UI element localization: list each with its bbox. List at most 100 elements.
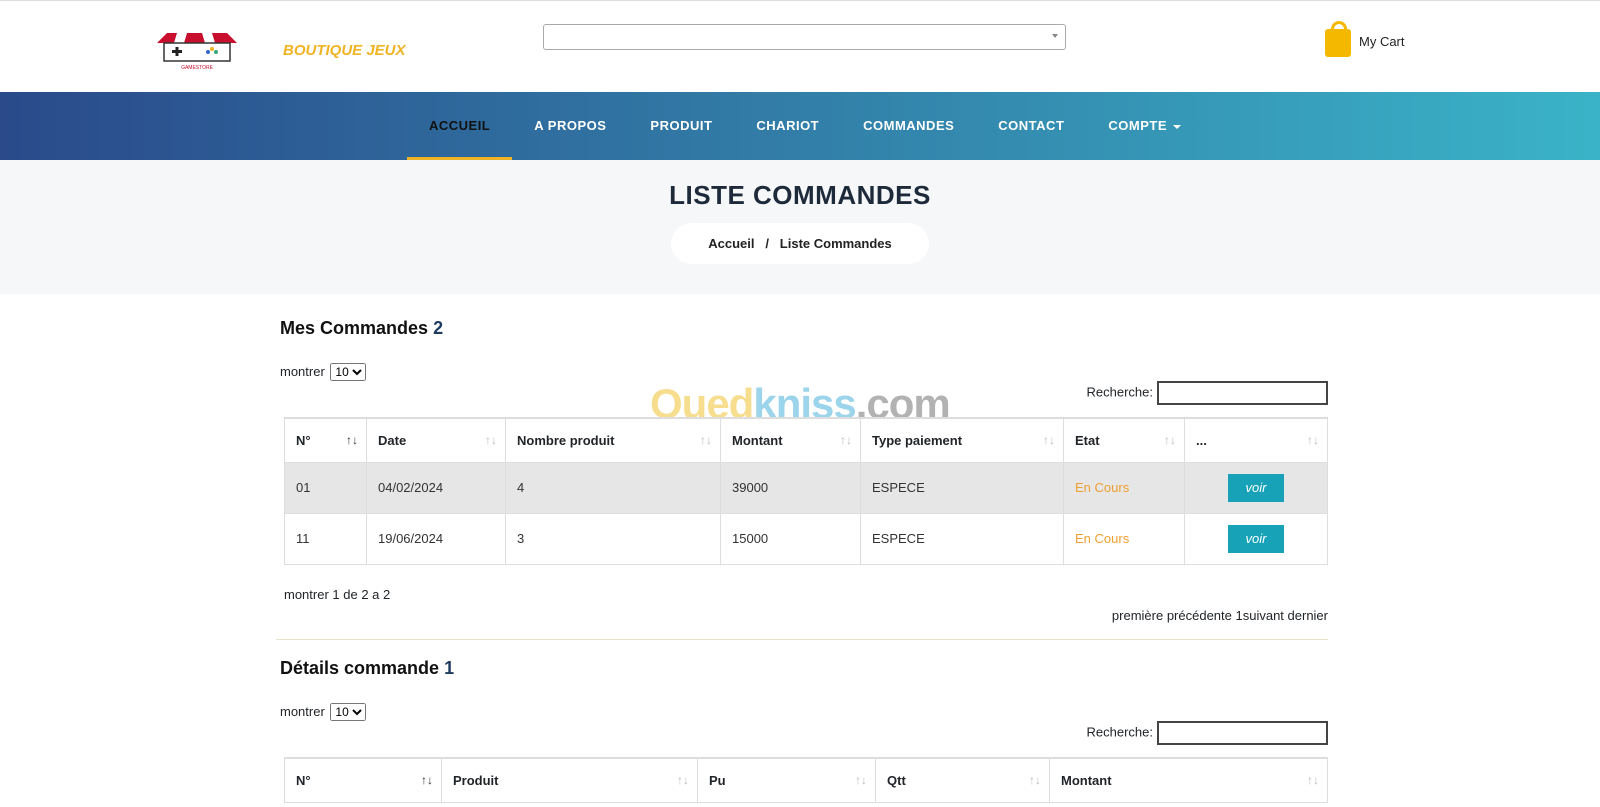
orders-page-size-select[interactable]: 10 (330, 363, 367, 381)
cell: 01 (284, 461, 367, 514)
col-label: Type paiement (872, 432, 963, 448)
nav-commandes[interactable]: COMMANDES (841, 92, 976, 160)
search-label: Recherche: (1086, 724, 1153, 740)
nav-chariot[interactable]: CHARIOT (734, 92, 841, 160)
breadcrumb-current: Liste Commandes (779, 236, 892, 251)
sort-icon: ↑↓ (346, 433, 358, 447)
orders-count: 2 (433, 318, 444, 338)
svg-text:GAMESTORE: GAMESTORE (181, 65, 214, 71)
cart-link[interactable]: My Cart (1325, 21, 1405, 57)
voir-button[interactable]: voir (1228, 473, 1284, 502)
action-cell: voir (1184, 461, 1328, 514)
table-row: 01 04/02/2024 4 39000 ESPECE En Cours vo… (284, 461, 1328, 514)
pagination[interactable]: première précédente 1suivant dernier (280, 608, 1328, 623)
brand-name[interactable]: BOUTIQUE JEUX (283, 42, 406, 59)
col-label: Montant (1061, 772, 1112, 788)
cell: 3 (505, 512, 721, 565)
nav-accueil[interactable]: ACCUEIL (406, 92, 513, 160)
orders-title: Mes Commandes 2 (280, 318, 1328, 339)
nav-compte[interactable]: COMPTE (1086, 92, 1203, 160)
col-label: Produit (453, 772, 499, 788)
breadcrumb-home[interactable]: Accueil (708, 236, 754, 251)
cell: 39000 (720, 461, 861, 514)
col-header[interactable]: ... ↑↓ (1184, 417, 1328, 463)
cell: 19/06/2024 (366, 512, 506, 565)
nav-contact[interactable]: CONTACT (976, 92, 1086, 160)
sort-icon: ↑↓ (1164, 433, 1176, 447)
caret-down-icon (1173, 124, 1182, 129)
nav-produit[interactable]: PRODUIT (628, 92, 734, 160)
shopping-bag-icon (1325, 21, 1351, 57)
product-search-select[interactable] (543, 24, 1066, 50)
dropdown-arrow-icon (1052, 34, 1058, 38)
details-page-size-select[interactable]: 10 (330, 703, 367, 721)
details-title: Détails commande 1 (280, 658, 1328, 679)
voir-button[interactable]: voir (1228, 524, 1284, 553)
col-header[interactable]: Qtt ↑↓ (875, 757, 1050, 803)
gamestore-logo[interactable]: GAMESTORE (152, 31, 242, 71)
cell: ESPECE (860, 512, 1064, 565)
col-header[interactable]: Type paiement ↑↓ (860, 417, 1064, 463)
main-nav: ACCUEIL A PROPOS PRODUIT CHARIOT COMMAND… (0, 92, 1600, 160)
col-label: N° (296, 772, 311, 788)
cell: 04/02/2024 (366, 461, 506, 514)
sort-icon: ↑↓ (855, 773, 867, 787)
breadcrumb-separator: / (765, 236, 769, 251)
col-header[interactable]: N° ↑↓ (284, 757, 442, 803)
details-table: N° ↑↓ Produit ↑↓ Pu ↑↓ Qtt ↑↓ Montant ↑↓ (284, 757, 1328, 803)
col-label: Montant (732, 432, 783, 448)
table-info: montrer 1 de 2 a 2 (284, 586, 391, 602)
nav-a-propos[interactable]: A PROPOS (512, 92, 628, 160)
sort-icon: ↑↓ (677, 773, 689, 787)
sort-icon: ↑↓ (840, 433, 852, 447)
show-label: montrer (280, 704, 325, 719)
cell: ESPECE (860, 461, 1064, 514)
orders-filter: Recherche: (280, 381, 1328, 405)
orders-section: Mes Commandes 2 montrer 10 Recherche: N°… (276, 318, 1328, 640)
sort-icon: ↑↓ (485, 433, 497, 447)
col-header[interactable]: Montant ↑↓ (1049, 757, 1328, 803)
col-header[interactable]: Nombre produit ↑↓ (505, 417, 721, 463)
orders-title-text: Mes Commandes (280, 318, 429, 338)
cart-label: My Cart (1359, 33, 1405, 49)
sort-icon: ↑↓ (421, 773, 433, 787)
col-header[interactable]: Produit ↑↓ (441, 757, 698, 803)
col-header[interactable]: Etat ↑↓ (1063, 417, 1185, 463)
show-label: montrer (280, 364, 325, 379)
col-header[interactable]: Pu ↑↓ (697, 757, 876, 803)
sort-icon: ↑↓ (700, 433, 712, 447)
status-cell: En Cours (1063, 512, 1185, 565)
sort-icon: ↑↓ (1307, 773, 1319, 787)
sort-icon: ↑↓ (1307, 433, 1319, 447)
orders-length: montrer 10 (280, 363, 1328, 381)
details-section: Détails commande 1 montrer 10 Recherche:… (280, 658, 1328, 803)
col-label: Etat (1075, 432, 1100, 448)
divider (276, 638, 1328, 640)
breadcrumb: Accueil / Liste Commandes (671, 223, 929, 264)
top-bar: GAMESTORE BOUTIQUE JEUX My Cart (0, 0, 1600, 92)
col-header[interactable]: Montant ↑↓ (720, 417, 861, 463)
search-label: Recherche: (1086, 384, 1153, 400)
cell: 4 (505, 461, 721, 514)
sort-icon: ↑↓ (1043, 433, 1055, 447)
col-header[interactable]: Date ↑↓ (366, 417, 506, 463)
col-label: ... (1196, 432, 1207, 448)
col-header[interactable]: N° ↑↓ (284, 417, 367, 463)
details-search-input[interactable] (1157, 721, 1328, 745)
details-title-text: Détails commande (280, 658, 440, 678)
page-title: LISTE COMMANDES (669, 180, 931, 210)
action-cell: voir (1184, 512, 1328, 565)
status-cell: En Cours (1063, 461, 1185, 514)
details-length: montrer 10 (280, 703, 1328, 721)
details-count: 1 (444, 658, 455, 678)
table-row: 11 19/06/2024 3 15000 ESPECE En Cours vo… (284, 512, 1328, 565)
col-label: Nombre produit (517, 432, 615, 448)
cell: 15000 (720, 512, 861, 565)
orders-table: N° ↑↓ Date ↑↓ Nombre produit ↑↓ Montant ↑↓ T… (284, 417, 1328, 565)
nav-compte-label: COMPTE (1108, 118, 1168, 133)
sort-icon: ↑↓ (1029, 773, 1041, 787)
col-label: Qtt (887, 772, 906, 788)
details-filter: Recherche: (280, 721, 1328, 745)
orders-search-input[interactable] (1157, 381, 1328, 405)
cell: 11 (284, 512, 367, 565)
